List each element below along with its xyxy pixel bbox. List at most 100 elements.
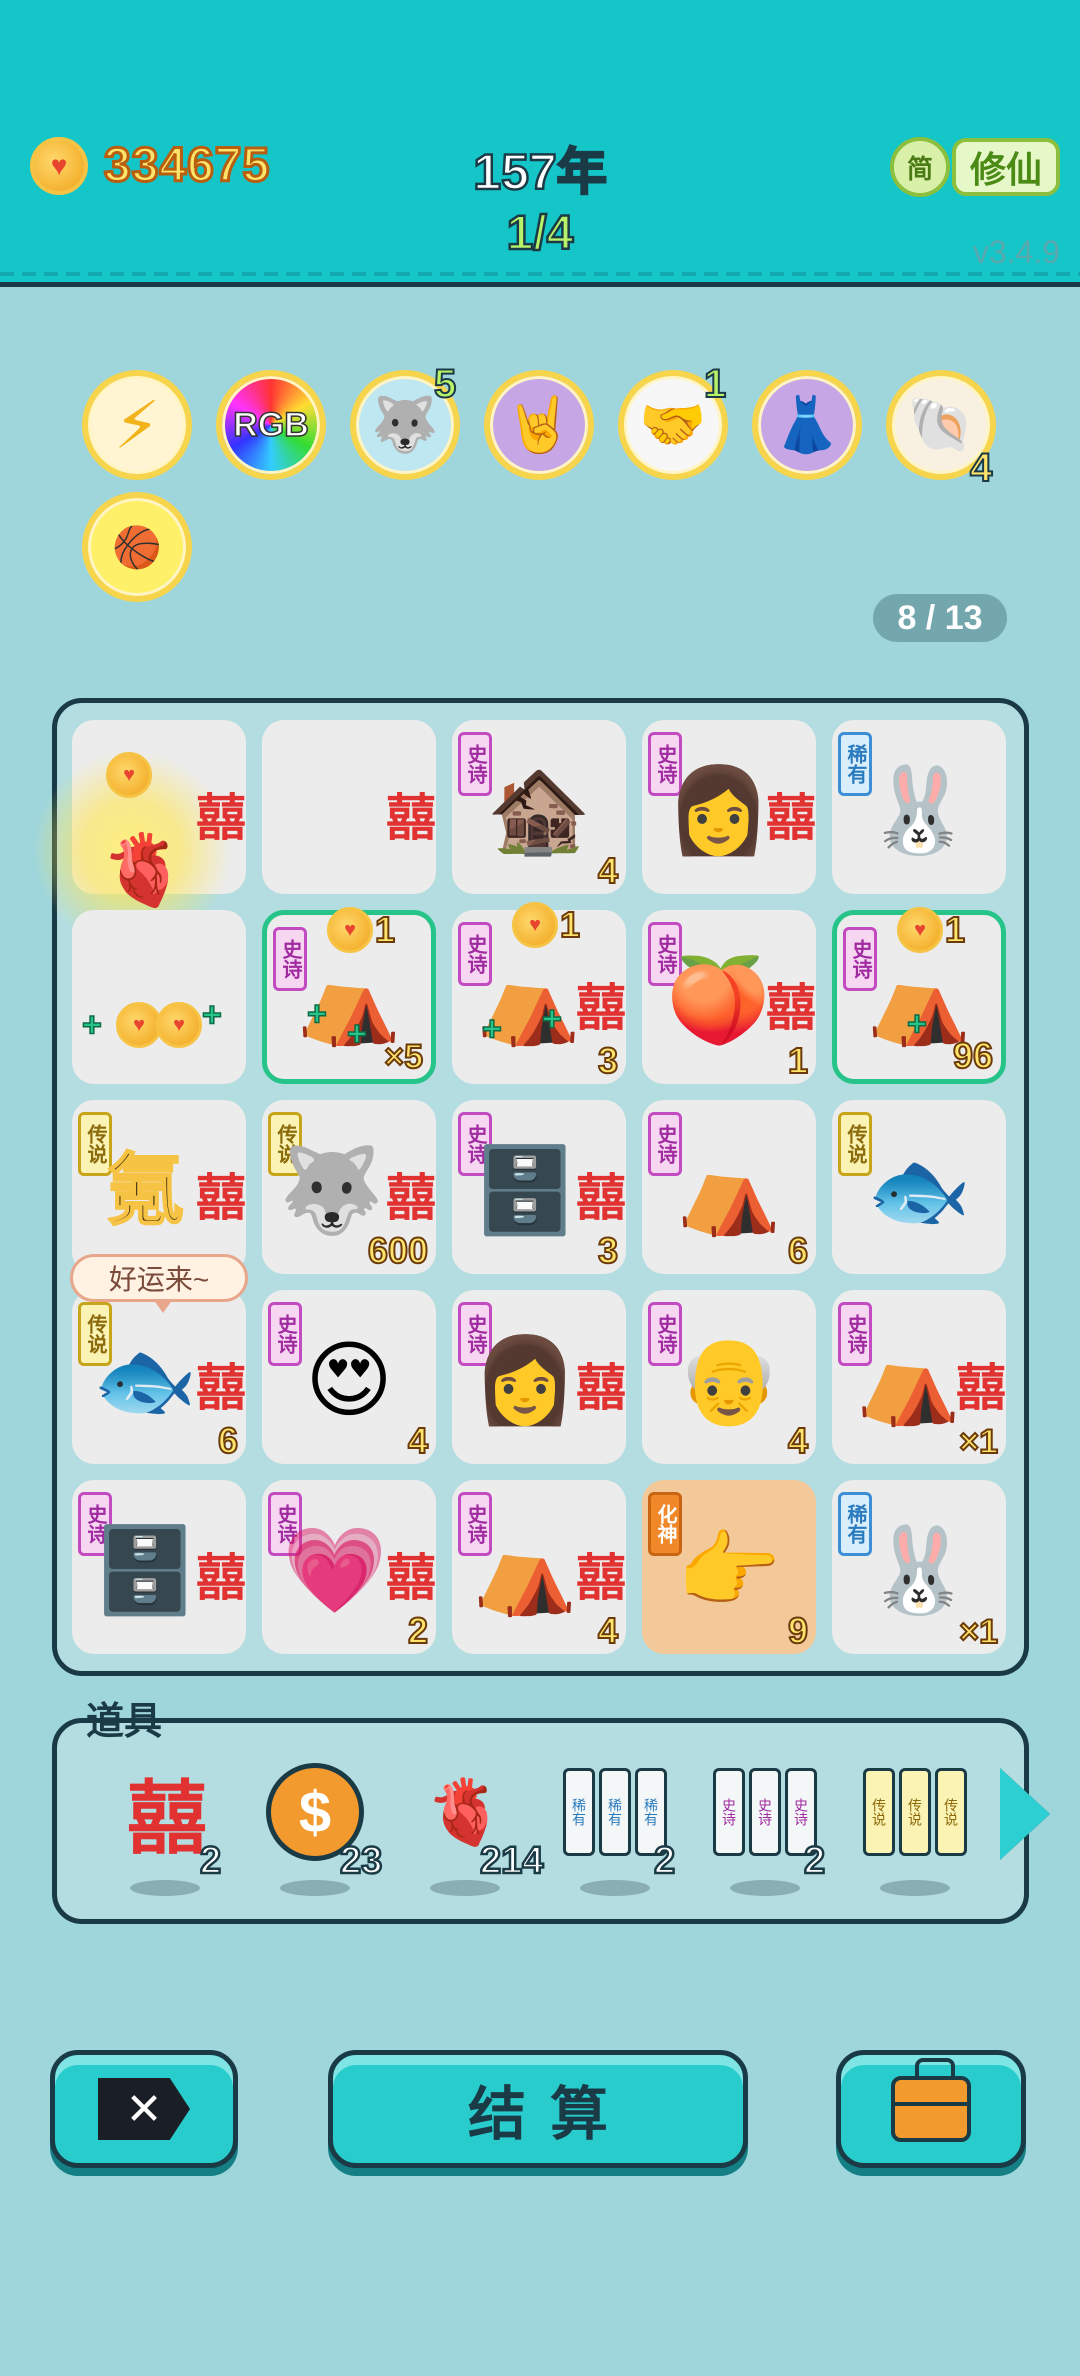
mode-button[interactable]: 修仙	[952, 138, 1060, 196]
double-happiness-mark: 囍	[196, 1358, 246, 1417]
tile-count: 6	[217, 1419, 239, 1462]
board-tile[interactable]: 囍	[262, 720, 436, 894]
simplified-chinese-button[interactable]: 简	[890, 137, 950, 197]
board-tile[interactable]: 史诗 🏚️ 4	[452, 720, 626, 894]
page-indicator: 8 / 13	[873, 594, 1007, 642]
board-tile[interactable]: 史诗 囍 💗 2	[262, 1480, 436, 1654]
legend-card-pack-icon[interactable]: 传说 传说 传说	[860, 1768, 970, 1860]
items-title: 道具	[86, 1701, 163, 1743]
plus-sparkle: +	[81, 1005, 102, 1045]
card: 传说	[935, 1768, 967, 1856]
board-tile[interactable]: 稀有 🐰 ×1	[832, 1480, 1006, 1654]
stage-progress: 1/4	[505, 206, 574, 262]
board-tile[interactable]: 史诗 👴 4	[642, 1290, 816, 1464]
server-rack-icon: 🗄️	[472, 1143, 578, 1238]
double-happiness-mark: 囍	[576, 978, 626, 1037]
board-tile[interactable]: 传说 🐟	[832, 1100, 1006, 1274]
board-tile[interactable]: 史诗 囍 🍑 1	[642, 910, 816, 1084]
board-tile[interactable]: 史诗 囍 👩	[452, 1290, 626, 1464]
tile-count: 4	[597, 849, 619, 892]
item-count: 23	[339, 1839, 384, 1884]
plus-sparkle: +	[541, 999, 562, 1039]
rarity-badge: 史诗	[268, 1302, 302, 1366]
card: 传说	[863, 1768, 895, 1856]
top-bar: ♥ 334675 157年 1/4 简 修仙 v3.4.9	[0, 0, 1080, 287]
board-tile[interactable]: 史诗 囍 🗄️	[72, 1480, 246, 1654]
server-rack-icon: 🗄️	[92, 1523, 198, 1618]
board-tile[interactable]: 史诗 囍 ⛺ ×1	[832, 1290, 1006, 1464]
dollar-glyph: $	[298, 1779, 332, 1845]
double-happiness-mark: 囍	[576, 1548, 626, 1607]
briefcase-icon	[891, 2058, 971, 2142]
double-happiness-mark: 囍	[386, 1548, 436, 1607]
rabbit-tent-icon: ⛺	[676, 1143, 782, 1238]
board-tile[interactable]: 史诗 😍 4	[262, 1290, 436, 1464]
coin-icon: ♥	[512, 902, 558, 948]
item-shadow	[580, 1880, 650, 1896]
rgb-icon[interactable]: RGB	[216, 370, 326, 480]
multiplier-label: ×1	[958, 1422, 999, 1462]
rock-hand-icon[interactable]: 🤘	[484, 370, 594, 480]
koi-fish-icon: 🐟	[866, 1143, 972, 1238]
card: 传说	[899, 1768, 931, 1856]
board-tile[interactable]: 史诗 囍 👩	[642, 720, 816, 894]
tile-count: 6	[787, 1229, 809, 1272]
haunted-house-icon: 🏚️	[486, 763, 592, 858]
board-tile[interactable]: 史诗 ⛺ 6	[642, 1100, 816, 1274]
double-happiness-mark: 囍	[386, 1168, 436, 1227]
board-tile[interactable]: ♥ 1 史诗 囍 ⛺ + + 3	[452, 902, 626, 1084]
handshake-buff-count: 1	[703, 361, 727, 407]
old-man-hearts-icon: 😍	[305, 1333, 393, 1428]
double-happiness-mark: 囍	[766, 788, 816, 847]
coin-icon: ♥	[897, 907, 943, 953]
settle-button[interactable]: 结算	[328, 2050, 748, 2168]
bag-button[interactable]	[836, 2050, 1026, 2168]
double-happiness-mark: 囍	[576, 1168, 626, 1227]
husky-king-icon: 🐺	[279, 1143, 384, 1238]
coin-icon: ♥	[106, 752, 152, 798]
item-count: 2	[803, 1839, 827, 1884]
double-happiness-mark: 囍	[196, 1548, 246, 1607]
item-count: 2	[653, 1839, 677, 1884]
multiplier-label: ×1	[958, 1612, 999, 1652]
tile-count: 4	[407, 1419, 429, 1462]
plus-sparkle: +	[906, 1004, 927, 1044]
tile-count: 600	[367, 1229, 429, 1272]
version-label: v3.4.9	[972, 234, 1060, 270]
double-happiness-mark: 囍	[956, 1358, 1006, 1417]
lightning-icon[interactable]: ⚡	[82, 370, 192, 480]
board-tile[interactable]: 传说 囍 氪	[72, 1100, 246, 1274]
board-tile[interactable]: 史诗 囍 ⛺ 4	[452, 1480, 626, 1654]
double-happiness-glyph: 囍	[127, 1771, 207, 1865]
coin-badge-count: 1	[944, 908, 966, 951]
board-tile[interactable]: ♥ ♥ + +	[72, 910, 246, 1084]
board-tile[interactable]: 传说 囍 🐟 6	[72, 1290, 246, 1464]
board-tile[interactable]: ♥ 囍 🫀 ×3	[32, 720, 246, 970]
multiplier-label: ×5	[383, 1037, 424, 1077]
board-tile-selected[interactable]: ♥ 1 史诗 ⛺ + + ×5	[262, 907, 436, 1084]
scroll-right-arrow-icon[interactable]	[1000, 1768, 1050, 1860]
close-button[interactable]: ✕	[50, 2050, 238, 2168]
shell-buff-count: 4	[969, 445, 993, 491]
board-tile[interactable]: 化神 👉 9	[642, 1480, 816, 1654]
board-tile[interactable]: 稀有 🐰	[832, 720, 1006, 894]
double-happiness-mark: 囍	[766, 978, 816, 1037]
skirt-icon[interactable]: 👗	[752, 370, 862, 480]
old-man-glasses-icon: 👴	[676, 1333, 782, 1428]
card: 史诗	[713, 1768, 745, 1856]
rabbit-icon: 🐰	[866, 1523, 972, 1618]
basketballs-icon[interactable]: 🏀	[82, 492, 192, 602]
pointing-hand-icon: 👉	[676, 1523, 782, 1618]
plus-sparkle: +	[306, 994, 327, 1034]
rabbit-tent-icon: ⛺	[472, 1523, 578, 1618]
board-tile[interactable]: 史诗 囍 🗄️ 3	[452, 1100, 626, 1274]
speech-bubble: 好运来~	[70, 1254, 248, 1313]
board-tile[interactable]: 传说 囍 🐺 600	[262, 1100, 436, 1274]
husky-buff-count: 5	[433, 361, 457, 407]
board-tile-selected[interactable]: ♥ 1 史诗 ⛺ + 96	[832, 907, 1006, 1084]
card: 稀有	[599, 1768, 631, 1856]
plus-sparkle: +	[481, 1009, 502, 1049]
coin-badge-count: 1	[559, 903, 581, 946]
coin-badge-count: 1	[374, 908, 396, 951]
item-shadow	[730, 1880, 800, 1896]
